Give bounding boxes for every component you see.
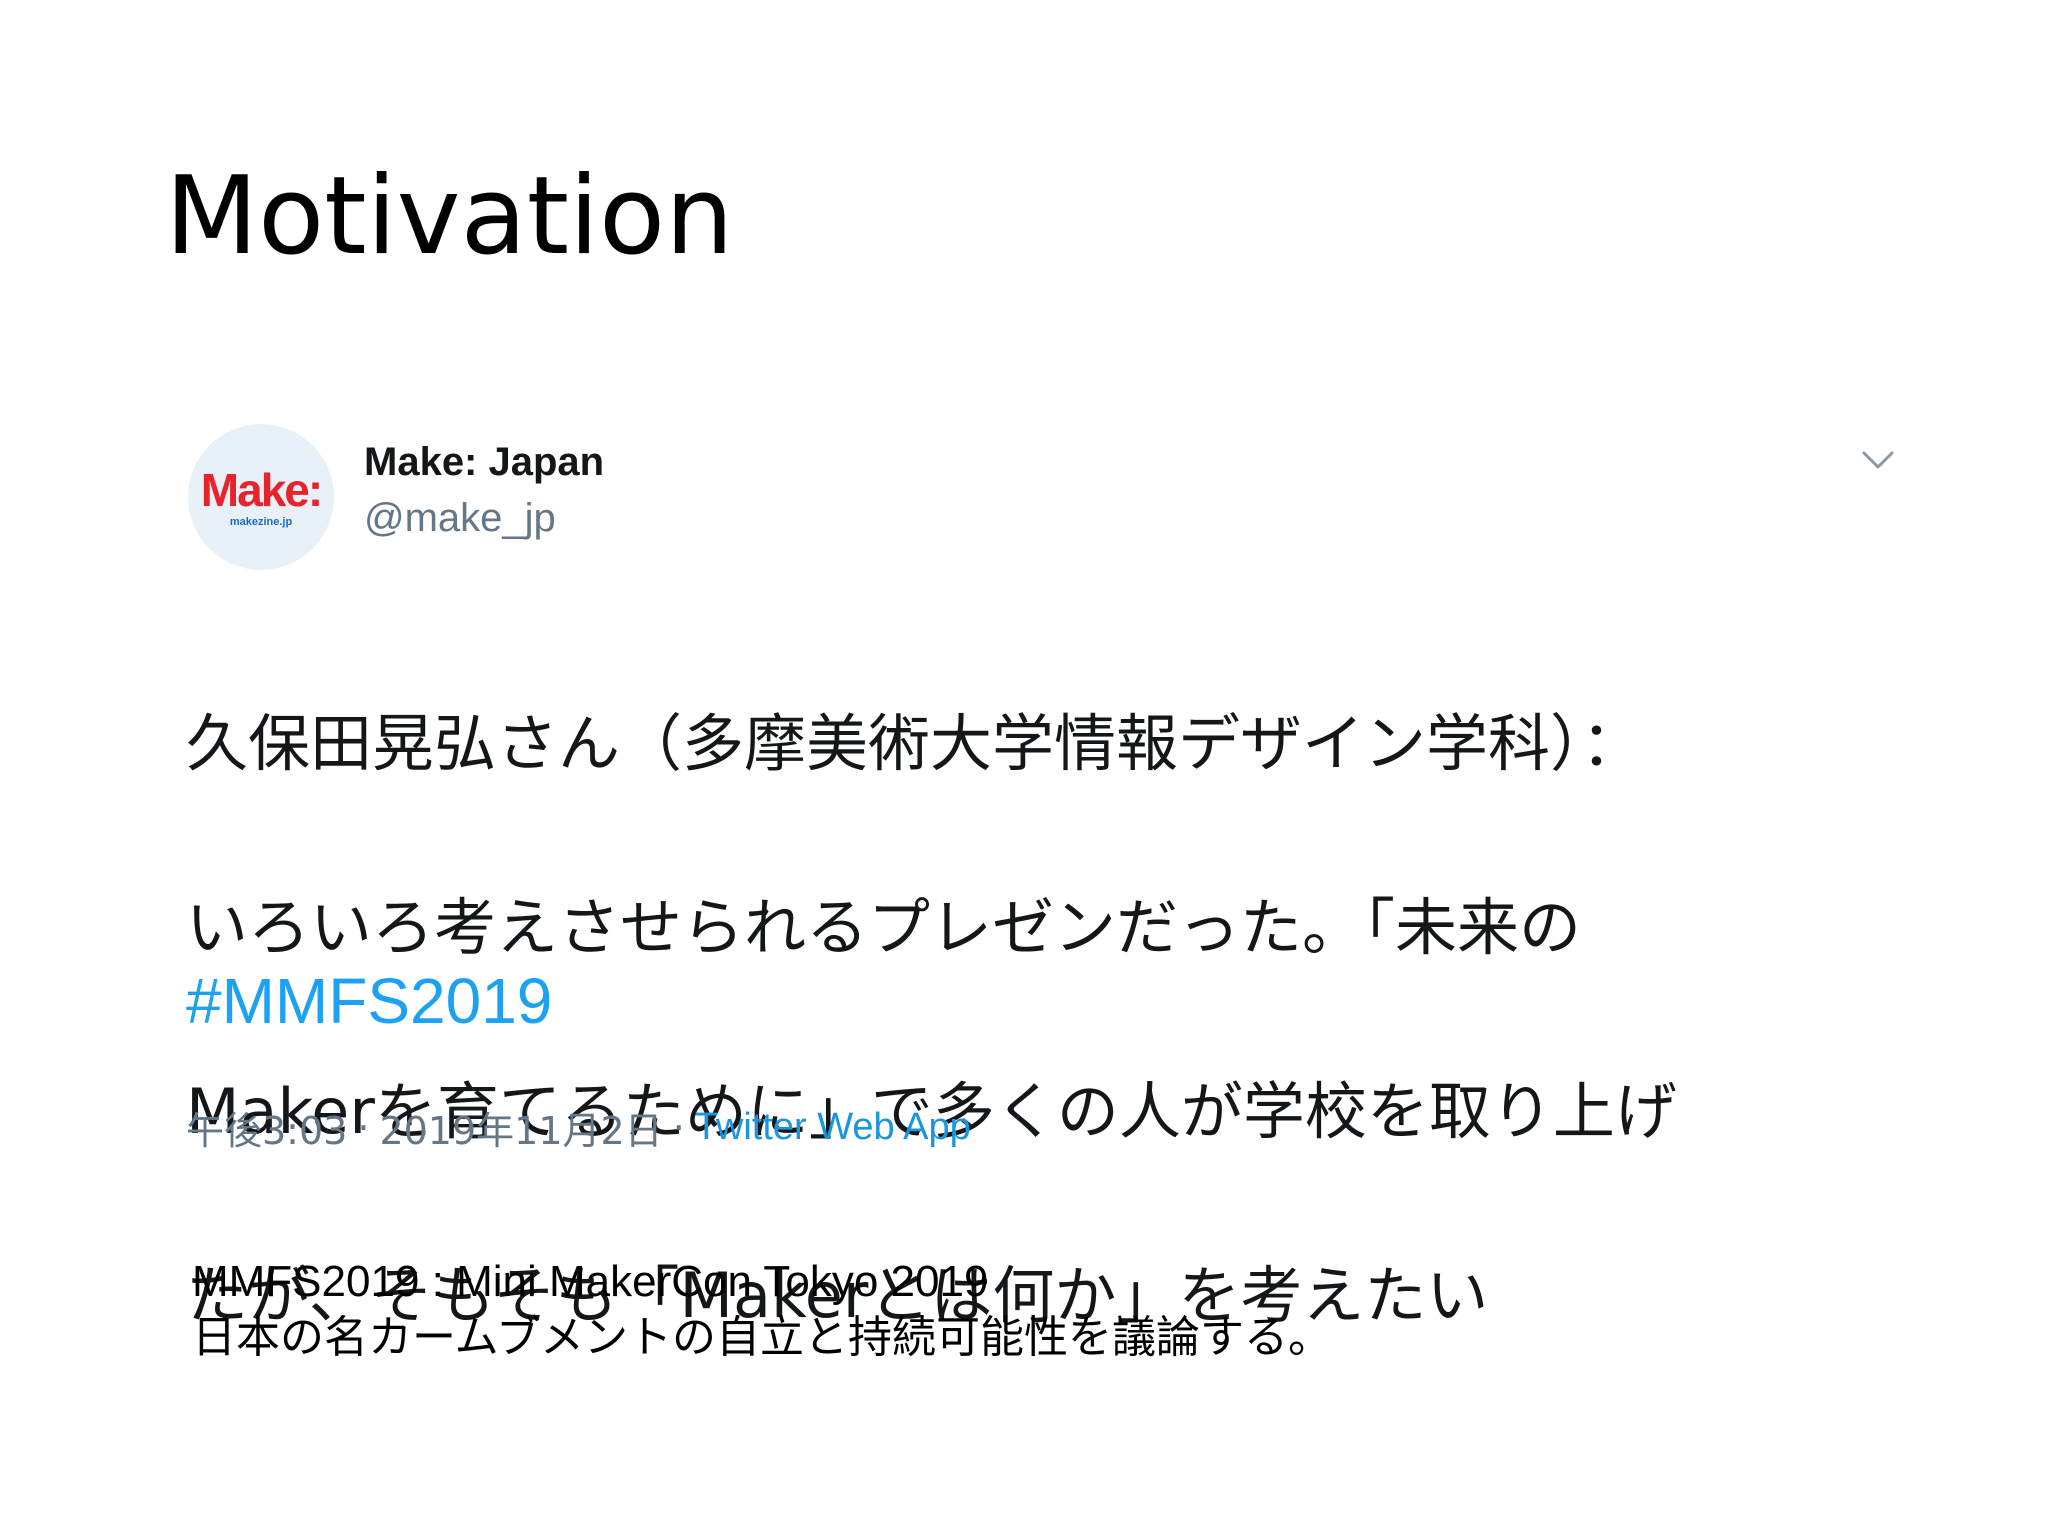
tweet-source-link[interactable]: Twitter Web App <box>695 1106 971 1149</box>
user-name[interactable]: Make: Japan <box>364 440 604 485</box>
avatar-brand-logo: Make: <box>200 463 323 516</box>
tweet-time[interactable]: 午後3:03 <box>186 1100 347 1155</box>
meta-separator: · <box>357 1105 370 1150</box>
meta-separator: · <box>672 1105 685 1150</box>
caption-line-2: 日本の名カームブメントの自立と持続可能性を議論する。 <box>192 1312 1333 1363</box>
tweet-text-line: 久保田晃弘さん（多摩美術大学情報デザイン学科）： <box>186 707 1644 780</box>
avatar-brand-sub: makezine.jp <box>229 515 293 528</box>
user-handle[interactable]: @make_jp <box>364 496 556 541</box>
tweet-card: Make: makezine.jp Make: Japan @make_jp 久… <box>168 398 1928 1332</box>
tweet-text-line: いろいろ考えさせられるプレゼンだった。「未来の <box>186 891 1582 964</box>
hashtag-link[interactable]: #MMFS2019 <box>186 964 552 1038</box>
slide-title: Motivation <box>165 154 734 279</box>
tweet-meta: 午後3:03 · 2019年11月2日 · Twitter Web App <box>186 1100 971 1155</box>
caption-line-1: MMFS2019 : Mini MakerCon Tokyo 2019 <box>192 1257 989 1306</box>
avatar[interactable]: Make: makezine.jp <box>188 424 334 570</box>
chevron-down-icon[interactable] <box>1858 440 1898 480</box>
tweet-date[interactable]: 2019年11月2日 <box>379 1100 662 1155</box>
